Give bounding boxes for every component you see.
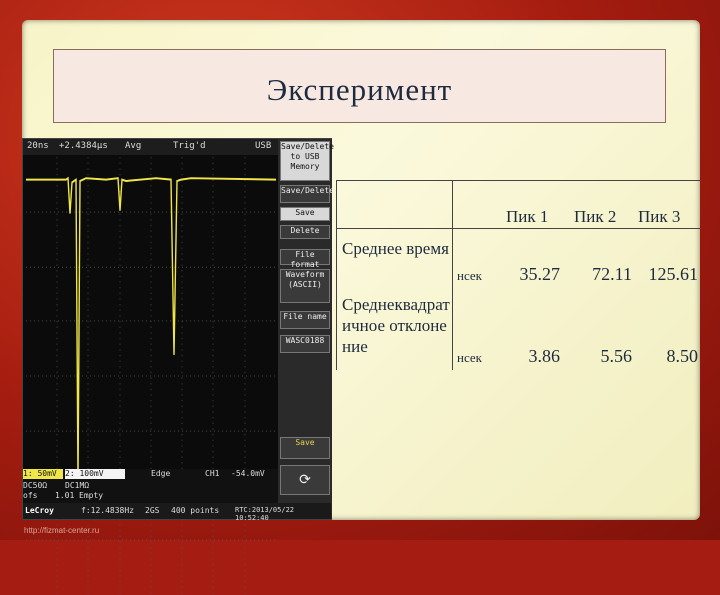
waveform-ascii-option[interactable]: Waveform (ASCII) bbox=[280, 269, 330, 303]
table-border-top bbox=[336, 180, 700, 181]
trigger-source: CH1 bbox=[205, 469, 220, 478]
ch2-coupling: DC1MΩ bbox=[65, 481, 90, 490]
file-format-button[interactable]: File format bbox=[280, 249, 330, 269]
trigger-status: Trig'd bbox=[173, 141, 206, 151]
scope-side-menu: Save/Delete to USB Memory Save/Delete Sa… bbox=[278, 139, 334, 519]
mean-peak2: 72.11 bbox=[592, 264, 632, 284]
file-name-value[interactable]: WASC0188 bbox=[280, 335, 330, 353]
title-box: Эксперимент bbox=[53, 49, 666, 123]
row-unit-stddev: нсек bbox=[457, 350, 482, 365]
results-table: Пик 1 Пик 2 Пик 3 Среднее время нсек 35.… bbox=[336, 180, 700, 370]
header-peak3: Пик 3 bbox=[638, 207, 681, 226]
navigate-icon[interactable]: ⟳ bbox=[280, 465, 330, 495]
lecroy-logo: LeCroy bbox=[25, 506, 54, 515]
delete-option[interactable]: Delete bbox=[280, 225, 330, 239]
frequency-readout: f:12.4838Hz bbox=[81, 506, 134, 515]
offset-label: ofs bbox=[23, 491, 38, 500]
mean-peak1: 35.27 bbox=[519, 264, 561, 284]
table-header-line bbox=[336, 228, 700, 229]
trigger-edge: Edge bbox=[151, 469, 171, 478]
trigger-level: -54.0mV bbox=[231, 469, 265, 478]
delay-readout: +2.4384μs bbox=[59, 141, 108, 151]
row-label-stddev: Среднеквадратичное отклонение bbox=[342, 295, 450, 356]
timebase-readout: 20ns bbox=[27, 141, 49, 151]
header-peak1: Пик 1 bbox=[506, 207, 549, 226]
stddev-peak3: 8.50 bbox=[666, 346, 699, 366]
ch1-coupling: DC50Ω bbox=[23, 481, 48, 490]
scope-status-bar: 20ns +2.4384μs Avg Trig'd USB bbox=[23, 139, 278, 155]
stddev-peak1: 3.86 bbox=[528, 346, 561, 366]
oscilloscope-screenshot: 20ns +2.4384μs Avg Trig'd USB Save/Delet… bbox=[22, 138, 334, 595]
stddev-peak2: 5.56 bbox=[600, 346, 633, 366]
sample-rate: 2GS bbox=[145, 506, 160, 515]
acquire-mode: Avg bbox=[125, 141, 142, 151]
mean-peak3: 125.61 bbox=[648, 264, 699, 284]
save-delete-menu-button[interactable]: Save/Delete bbox=[280, 185, 334, 203]
signal-trace bbox=[26, 176, 276, 482]
usb-indicator: USB bbox=[255, 141, 272, 151]
watermark-text: http://fizmat-center.ru bbox=[24, 526, 100, 535]
offset-value: 1.01 bbox=[55, 491, 75, 500]
save-option[interactable]: Save bbox=[280, 207, 330, 221]
save-action-button[interactable]: Save bbox=[280, 437, 330, 459]
row-label-mean: Среднее время bbox=[342, 239, 449, 258]
slide-title: Эксперимент bbox=[266, 72, 453, 107]
table-border-left bbox=[336, 180, 337, 370]
save-to-usb-menu-button[interactable]: Save/Delete to USB Memory bbox=[280, 141, 334, 181]
channel-info: 1: 50mV 2: 100mV DC50Ω DC1MΩ ofs 1.01 Em… bbox=[23, 469, 278, 503]
file-name-button[interactable]: File name bbox=[280, 311, 330, 329]
header-peak2: Пик 2 bbox=[574, 207, 617, 226]
empty-label: Empty bbox=[79, 491, 104, 500]
scope-bottom-bar: LeCroy f:12.4838Hz 2GS 400 points RTC:20… bbox=[23, 503, 331, 522]
date-readout: RTC:2013/05/22 10:52:40 bbox=[235, 506, 295, 522]
points-readout: 400 points bbox=[171, 506, 220, 515]
row-unit-mean: нсек bbox=[457, 268, 482, 283]
ch2-badge: 2: 100mV bbox=[65, 469, 125, 479]
ch1-badge: 1: 50mV bbox=[23, 469, 63, 479]
